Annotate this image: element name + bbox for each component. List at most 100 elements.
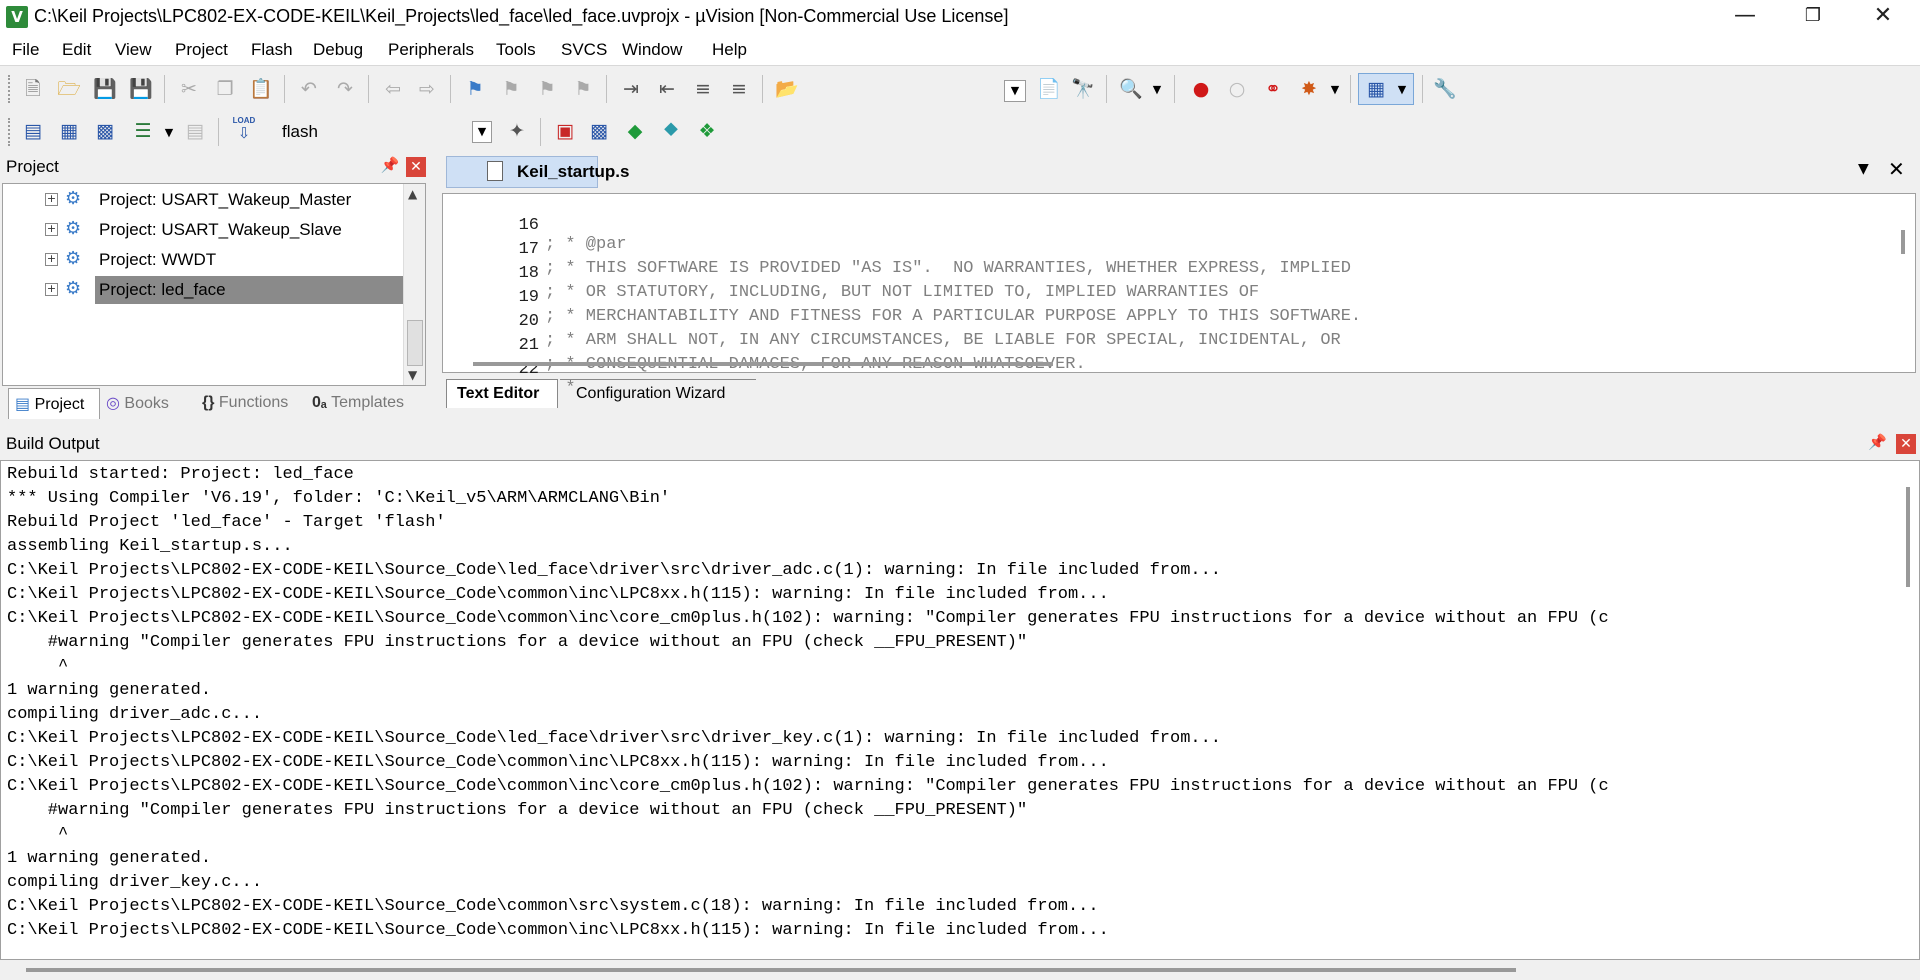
- find-icon[interactable]: 📄: [1036, 76, 1062, 102]
- menu-file[interactable]: File: [12, 40, 39, 60]
- uncomment-icon[interactable]: ≡: [726, 76, 752, 102]
- select-packs-icon[interactable]: ◆: [622, 118, 648, 144]
- save-icon[interactable]: 💾: [92, 76, 118, 102]
- indent-icon[interactable]: ⇥: [618, 76, 644, 102]
- rebuild-icon[interactable]: ▩: [92, 118, 118, 144]
- scroll-down-icon[interactable]: ▼: [408, 368, 417, 382]
- menu-svcs[interactable]: SVCS: [561, 40, 607, 60]
- editor-vertical-scrollbar[interactable]: [1895, 194, 1915, 354]
- navigate-forward-icon[interactable]: ⇨: [414, 76, 440, 102]
- dropdown-arrow-icon[interactable]: ▼: [1322, 77, 1348, 103]
- scrollbar-thumb[interactable]: [1901, 230, 1905, 254]
- menu-peripherals[interactable]: Peripherals: [388, 40, 474, 60]
- find-in-files-icon[interactable]: 📂: [774, 76, 800, 102]
- stop-build-icon[interactable]: ▤: [182, 118, 208, 144]
- menu-flash[interactable]: Flash: [251, 40, 293, 60]
- menu-tools[interactable]: Tools: [496, 40, 536, 60]
- configure-icon[interactable]: 🔧: [1432, 76, 1458, 102]
- breakpoint-icon[interactable]: ●: [1188, 76, 1214, 102]
- toolbar-build: ▤ ▦ ▩ ☰ ▼ ▤ LOAD ⇩ flash ▼ ✦ ▣ ▩ ◆ ⯁ ❖: [0, 112, 730, 152]
- tab-text-editor[interactable]: Text Editor: [446, 379, 558, 408]
- save-all-icon[interactable]: 💾: [128, 76, 154, 102]
- build-output-horizontal-scrollbar[interactable]: [26, 964, 1906, 976]
- translate-icon[interactable]: ▤: [20, 118, 46, 144]
- disable-breakpoint-icon[interactable]: ○: [1224, 76, 1250, 102]
- menu-view[interactable]: View: [115, 40, 152, 60]
- tab-configuration-wizard[interactable]: Configuration Wizard: [560, 379, 756, 408]
- code-editor[interactable]: 16 ; * @par 17 ; * THIS SOFTWARE IS PROV…: [442, 193, 1916, 398]
- bookmark-icon[interactable]: ⚑: [462, 76, 488, 102]
- run-time-environment-icon[interactable]: ❖: [694, 118, 720, 144]
- tab-project[interactable]: ▤ Project: [8, 388, 100, 419]
- scroll-up-icon[interactable]: ▲: [408, 187, 417, 201]
- scrollbar-thumb[interactable]: [473, 362, 1053, 366]
- prev-bookmark-icon[interactable]: ⚑: [498, 76, 524, 102]
- toolbar-separator: [762, 75, 763, 103]
- kill-breakpoints-icon[interactable]: ✸: [1296, 76, 1322, 102]
- tree-item[interactable]: + ⚙ Project: USART_Wakeup_Slave: [3, 216, 403, 244]
- incremental-find-icon[interactable]: 🔭: [1070, 76, 1096, 102]
- batch-build-icon[interactable]: ☰: [130, 118, 156, 144]
- toolbar-grip[interactable]: [8, 118, 14, 146]
- chevron-down-icon[interactable]: ▼: [1858, 161, 1869, 177]
- close-pane-icon[interactable]: ✕: [406, 157, 426, 177]
- tree-scrollbar[interactable]: ▲ ▼: [403, 184, 425, 385]
- close-pane-icon[interactable]: ✕: [1896, 434, 1916, 454]
- debug-session-icon[interactable]: 🔍: [1118, 76, 1144, 102]
- expand-icon[interactable]: +: [45, 193, 58, 206]
- undo-icon[interactable]: ↶: [296, 76, 322, 102]
- close-window-icon[interactable]: ✕: [1854, 0, 1912, 34]
- redo-icon[interactable]: ↷: [332, 76, 358, 102]
- scrollbar-thumb[interactable]: [407, 320, 423, 366]
- build-output-vertical-scrollbar[interactable]: [1901, 461, 1919, 941]
- next-bookmark-icon[interactable]: ⚑: [534, 76, 560, 102]
- tree-item[interactable]: + ⚙ Project: WWDT: [3, 246, 403, 274]
- menu-edit[interactable]: Edit: [62, 40, 91, 60]
- target-options-icon[interactable]: ✦: [504, 118, 530, 144]
- expand-icon[interactable]: +: [45, 223, 58, 236]
- menu-debug[interactable]: Debug: [313, 40, 363, 60]
- log-line: C:\Keil Projects\LPC802-EX-CODE-KEIL\Sou…: [7, 729, 1221, 748]
- tab-functions[interactable]: {} Functions: [202, 388, 306, 418]
- menu-help[interactable]: Help: [712, 40, 747, 60]
- unindent-icon[interactable]: ⇤: [654, 76, 680, 102]
- tab-templates[interactable]: 0ₐ Templates: [312, 388, 424, 418]
- menu-project[interactable]: Project: [175, 40, 228, 60]
- dropdown-arrow-icon[interactable]: ▼: [1144, 77, 1170, 103]
- tree-item[interactable]: + ⚙ Project: USART_Wakeup_Master: [3, 186, 403, 214]
- scrollbar-thumb[interactable]: [26, 968, 1516, 972]
- tree-item-selected[interactable]: + ⚙ Project: led_face: [3, 276, 409, 304]
- open-folder-icon[interactable]: 🗁: [56, 76, 82, 102]
- scrollbar-thumb[interactable]: [1906, 487, 1910, 587]
- expand-icon[interactable]: +: [45, 253, 58, 266]
- editor-file-tab[interactable]: Keil_startup.s: [446, 156, 629, 188]
- menu-window[interactable]: Window: [622, 40, 682, 60]
- expand-icon[interactable]: +: [45, 283, 58, 296]
- close-editor-icon[interactable]: ✕: [1888, 157, 1905, 181]
- manage-components-icon[interactable]: ▩: [586, 118, 612, 144]
- tab-books[interactable]: ◎ Books: [106, 388, 190, 418]
- paste-icon[interactable]: 📋: [248, 76, 274, 102]
- find-dropdown[interactable]: ▼: [1004, 80, 1026, 102]
- pack-installer-icon[interactable]: ⯁: [658, 118, 684, 144]
- file-extensions-icon[interactable]: ▣: [552, 118, 578, 144]
- editor-horizontal-scrollbar[interactable]: [473, 358, 1893, 370]
- dropdown-arrow-icon[interactable]: ▼: [156, 120, 182, 146]
- pin-icon[interactable]: 📌: [380, 156, 400, 176]
- copy-icon[interactable]: ❐: [212, 76, 238, 102]
- disable-all-breakpoints-icon[interactable]: ⚭: [1260, 76, 1286, 102]
- build-output-log[interactable]: Rebuild started: Project: led_face *** U…: [0, 460, 1920, 960]
- restore-icon[interactable]: ❐: [1784, 0, 1842, 34]
- clear-bookmarks-icon[interactable]: ⚑: [570, 76, 596, 102]
- new-file-icon[interactable]: 🗎: [20, 76, 46, 102]
- load-button[interactable]: LOAD ⇩: [230, 116, 258, 146]
- pin-icon[interactable]: 📌: [1868, 433, 1887, 451]
- window-layout-button[interactable]: ▦ ▼: [1358, 73, 1414, 105]
- navigate-back-icon[interactable]: ⇦: [380, 76, 406, 102]
- minimize-icon[interactable]: —: [1716, 0, 1774, 34]
- build-icon[interactable]: ▦: [56, 118, 82, 144]
- comment-icon[interactable]: ≡: [690, 76, 716, 102]
- target-select[interactable]: flash ▼: [270, 118, 496, 146]
- cut-icon[interactable]: ✂: [176, 76, 202, 102]
- toolbar-grip[interactable]: [8, 75, 14, 103]
